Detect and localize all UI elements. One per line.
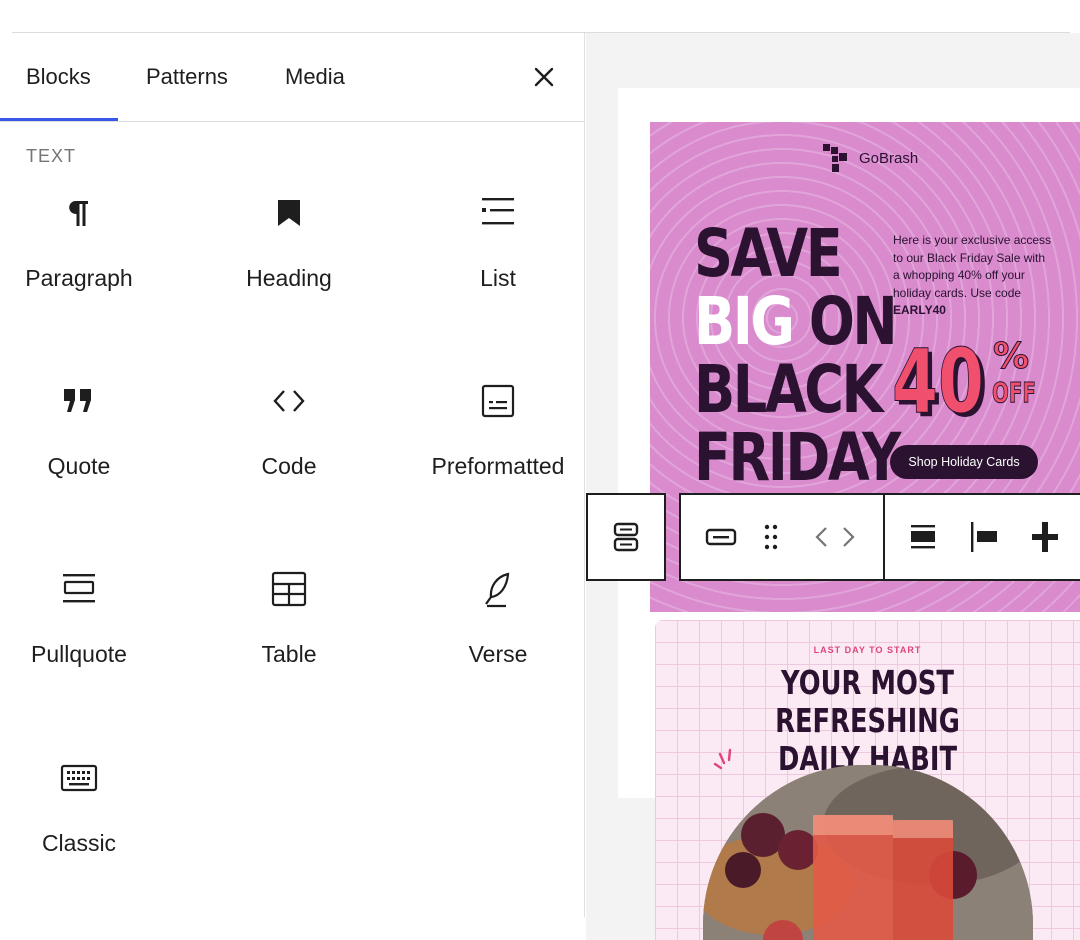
block-type-icon — [705, 528, 737, 546]
promo-copy: Here is your exclusive access to our Bla… — [893, 232, 1053, 320]
block-classic[interactable]: Classic — [0, 758, 179, 908]
close-icon — [534, 67, 554, 87]
promo-code: EARLY40 — [893, 303, 946, 317]
block-pullquote[interactable]: Pullquote — [0, 569, 179, 719]
headline-line: BIG ON — [694, 288, 898, 356]
block-preformatted[interactable]: Preformatted — [398, 381, 598, 531]
align-left-button[interactable] — [964, 517, 1004, 557]
move-left-button[interactable] — [801, 517, 827, 557]
tab-blocks[interactable]: Blocks — [26, 33, 91, 121]
card-headline: YOUR MOST REFRESHING DAILY HABIT — [702, 664, 1034, 778]
move-right-icon — [843, 527, 855, 547]
classic-icon — [59, 758, 99, 798]
add-icon — [1032, 522, 1058, 552]
card-headline-line: YOUR MOST REFRESHING — [775, 663, 960, 740]
block-type-button[interactable] — [701, 517, 741, 557]
headline-word: ON — [808, 283, 898, 360]
verse-icon — [478, 569, 518, 609]
block-label: List — [480, 265, 516, 291]
card-eyebrow: LAST DAY TO START — [813, 645, 922, 655]
add-block-button[interactable] — [1025, 517, 1065, 557]
align-wide-button[interactable] — [903, 517, 943, 557]
block-list[interactable]: List — [398, 193, 598, 343]
block-label: Table — [261, 641, 317, 667]
discount-number: 40 — [892, 330, 984, 420]
block-label: Code — [261, 453, 317, 479]
preformatted-icon — [478, 381, 518, 421]
block-toolbar — [679, 493, 1080, 581]
drag-handle[interactable] — [751, 517, 791, 557]
select-parent-button[interactable] — [606, 517, 646, 557]
brand-name: GoBrash — [859, 150, 919, 167]
toolbar-separator — [883, 495, 885, 579]
block-label: Quote — [47, 453, 111, 479]
block-label: Verse — [468, 641, 528, 667]
headline-word: SAVE — [694, 215, 843, 292]
parent-block-icon — [613, 522, 639, 552]
block-label: Pullquote — [31, 641, 127, 667]
align-wide-icon — [911, 525, 935, 549]
sparkle-icon — [713, 748, 732, 770]
headline-word: FRIDAY — [694, 419, 901, 496]
tab-media[interactable]: Media — [285, 33, 345, 121]
block-code[interactable]: Code — [189, 381, 389, 531]
block-table[interactable]: Table — [189, 569, 389, 719]
block-label: Paragraph — [25, 265, 133, 291]
shop-holiday-cards-button[interactable]: Shop Holiday Cards — [890, 445, 1038, 479]
list-icon — [478, 193, 518, 233]
close-inserter-button[interactable] — [528, 61, 560, 93]
inserter-tabs: Blocks Patterns Media — [0, 33, 585, 122]
active-tab-indicator — [0, 118, 118, 121]
promo-text: Here is your exclusive access to our Bla… — [893, 233, 1052, 300]
category-label: TEXT — [26, 146, 77, 166]
paragraph-icon — [59, 193, 99, 233]
drag-handle-icon — [764, 524, 778, 550]
block-heading[interactable]: Heading — [189, 193, 389, 343]
block-paragraph[interactable]: Paragraph — [0, 193, 179, 343]
block-label: Classic — [41, 830, 117, 856]
move-right-button[interactable] — [829, 517, 855, 557]
heading-icon — [269, 193, 309, 233]
align-left-icon — [971, 522, 997, 552]
promo-headline: SAVE BIG ON BLACK FRIDAY — [694, 215, 901, 496]
juice-photo-illustration — [703, 765, 1033, 940]
block-quote[interactable]: Quote — [0, 381, 179, 531]
pullquote-icon — [59, 569, 99, 609]
discount-off: OFF — [992, 376, 1036, 409]
select-parent-toolbar — [586, 493, 666, 581]
discount-graphic: 40 40 % OFF — [892, 330, 1037, 420]
block-label: Preformatted — [431, 453, 565, 479]
tab-patterns[interactable]: Patterns — [146, 33, 228, 121]
discount-sign: % — [993, 336, 1029, 377]
panel-divider — [584, 33, 585, 917]
block-inserter-panel: Blocks Patterns Media TEXT Paragraph Hea… — [0, 33, 585, 940]
block-verse[interactable]: Verse — [398, 569, 598, 719]
daily-habit-card[interactable]: LAST DAY TO START YOUR MOST REFRESHING D… — [655, 620, 1080, 940]
headline-word: BLACK — [694, 351, 883, 428]
table-icon — [269, 569, 309, 609]
brand-logo-icon — [823, 144, 847, 172]
block-label: Heading — [246, 265, 332, 291]
headline-word-highlight: BIG — [694, 283, 795, 360]
code-icon — [269, 381, 309, 421]
quote-icon — [59, 381, 99, 421]
juice-photo — [703, 765, 1033, 940]
